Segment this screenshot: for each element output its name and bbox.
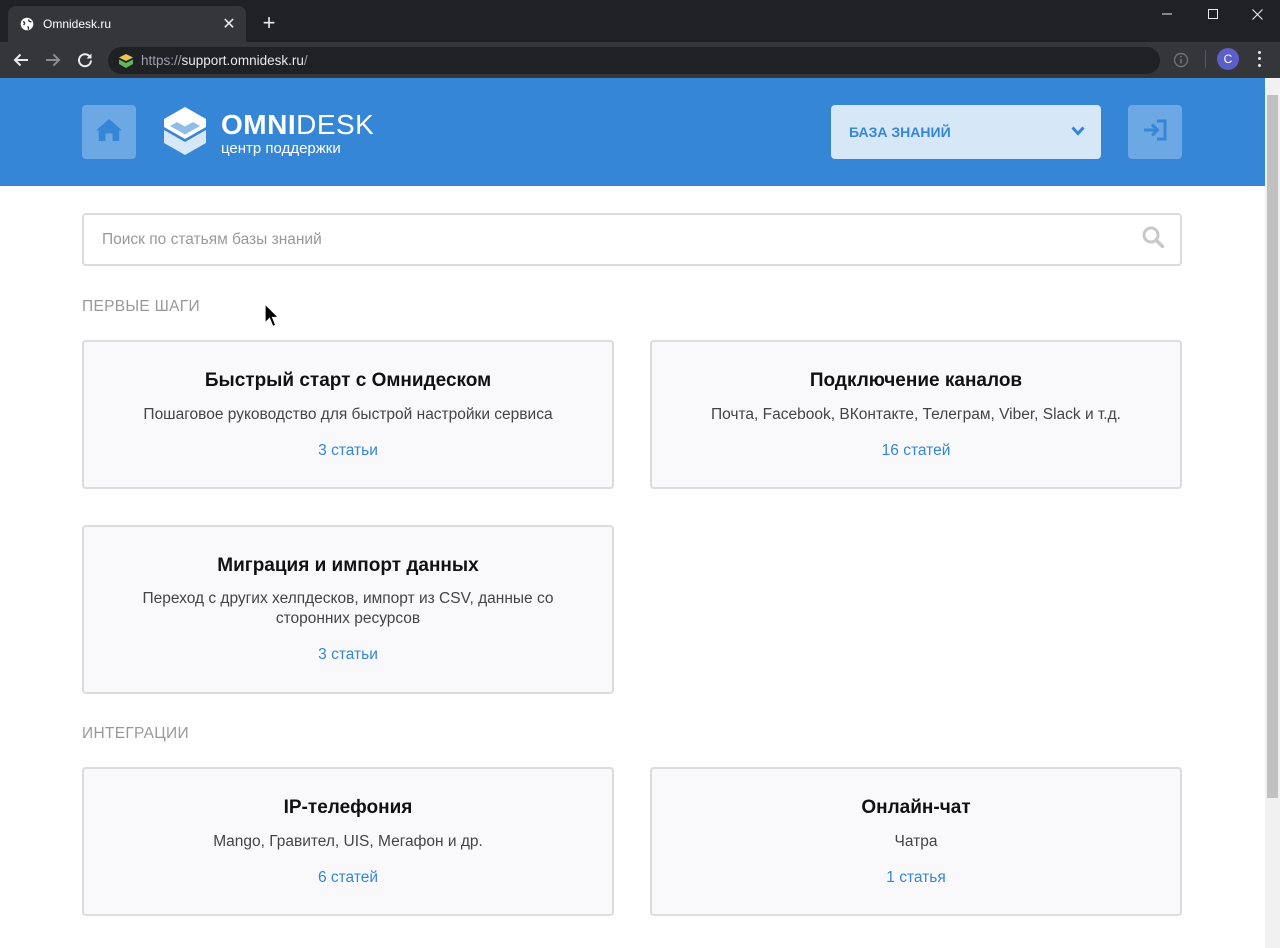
maximize-window-icon[interactable]: [1190, 0, 1236, 28]
url-text: https://support.omnidesk.ru/: [141, 53, 308, 68]
knowledge-base-dropdown[interactable]: БАЗА ЗНАНИЙ: [831, 105, 1101, 159]
info-icon[interactable]: [1172, 51, 1190, 69]
profile-avatar[interactable]: C: [1217, 48, 1239, 70]
card-article-count[interactable]: 6 статей: [104, 869, 592, 887]
mouse-cursor-icon: [264, 302, 280, 329]
card-description: Переход с других хелпдесков, импорт из C…: [142, 590, 554, 627]
minimize-window-icon[interactable]: [1144, 0, 1190, 28]
logo-wordmark: OMNIDESK: [221, 108, 375, 140]
browser-menu-icon[interactable]: [1252, 49, 1266, 69]
close-window-icon[interactable]: [1234, 0, 1280, 28]
category-card-online-chat[interactable]: Онлайн-чат Чатра 1 статья: [650, 767, 1182, 916]
card-description: Чатра: [894, 833, 938, 850]
card-description: Mango, Гравител, UIS, Мегафон и др.: [213, 833, 483, 850]
card-article-count[interactable]: 3 статьи: [104, 646, 592, 664]
browser-tab[interactable]: Omnidesk.ru ✕: [8, 6, 246, 42]
card-title[interactable]: Миграция и импорт данных: [104, 555, 592, 577]
browser-toolbar: https://support.omnidesk.ru/: [0, 42, 1280, 78]
globe-icon: [20, 17, 34, 31]
card-title[interactable]: Быстрый старт с Омнидеском: [104, 370, 592, 392]
card-title[interactable]: Онлайн-чат: [672, 797, 1160, 819]
close-tab-icon[interactable]: ✕: [218, 14, 240, 34]
back-arrow-icon[interactable]: [8, 47, 34, 73]
new-tab-button[interactable]: +: [258, 12, 280, 34]
home-button[interactable]: [82, 105, 136, 159]
dropdown-label: БАЗА ЗНАНИЙ: [849, 124, 951, 140]
toolbar-divider: [1205, 50, 1206, 68]
omnidesk-logo[interactable]: OMNIDESK центр поддержки: [163, 106, 374, 161]
login-icon: [1142, 119, 1168, 146]
category-card-migration[interactable]: Миграция и импорт данных Переход с други…: [82, 525, 614, 694]
card-title[interactable]: IP-телефония: [104, 797, 592, 819]
page-scrollbar-thumb[interactable]: [1267, 95, 1278, 798]
home-icon: [95, 118, 123, 147]
chevron-down-icon: [1071, 123, 1085, 141]
tab-title: Omnidesk.ru: [43, 17, 112, 31]
card-description: Почта, Facebook, ВКонтакте, Телеграм, Vi…: [711, 406, 1121, 423]
category-card-channels[interactable]: Подключение каналов Почта, Facebook, ВКо…: [650, 340, 1182, 489]
omnidesk-logo-icon: [163, 106, 207, 161]
section-title-first-steps: ПЕРВЫЕ ШАГИ: [82, 298, 200, 315]
search-input[interactable]: [102, 230, 1142, 249]
forward-arrow-icon[interactable]: [40, 47, 66, 73]
card-article-count[interactable]: 16 статей: [672, 442, 1160, 460]
section-title-integrations: ИНТЕГРАЦИИ: [82, 725, 189, 742]
site-favicon-icon: [118, 53, 134, 69]
kb-search-box[interactable]: [82, 213, 1182, 266]
card-article-count[interactable]: 3 статьи: [104, 442, 592, 460]
browser-tab-strip: Omnidesk.ru ✕ +: [0, 0, 1280, 42]
search-icon[interactable]: [1142, 226, 1165, 253]
reload-icon[interactable]: [72, 47, 98, 73]
site-header: OMNIDESK центр поддержки БАЗА ЗНАНИЙ: [0, 78, 1265, 186]
login-button[interactable]: [1128, 105, 1182, 159]
address-bar[interactable]: https://support.omnidesk.ru/: [108, 47, 1160, 74]
category-card-quick-start[interactable]: Быстрый старт с Омнидеском Пошаговое рук…: [82, 340, 614, 489]
card-description: Пошаговое руководство для быстрой настро…: [143, 406, 553, 423]
category-card-ip-telephony[interactable]: IP-телефония Mango, Гравител, UIS, Мегаф…: [82, 767, 614, 916]
logo-subtitle: центр поддержки: [221, 139, 341, 157]
card-title[interactable]: Подключение каналов: [672, 370, 1160, 392]
card-article-count[interactable]: 1 статья: [672, 869, 1160, 887]
